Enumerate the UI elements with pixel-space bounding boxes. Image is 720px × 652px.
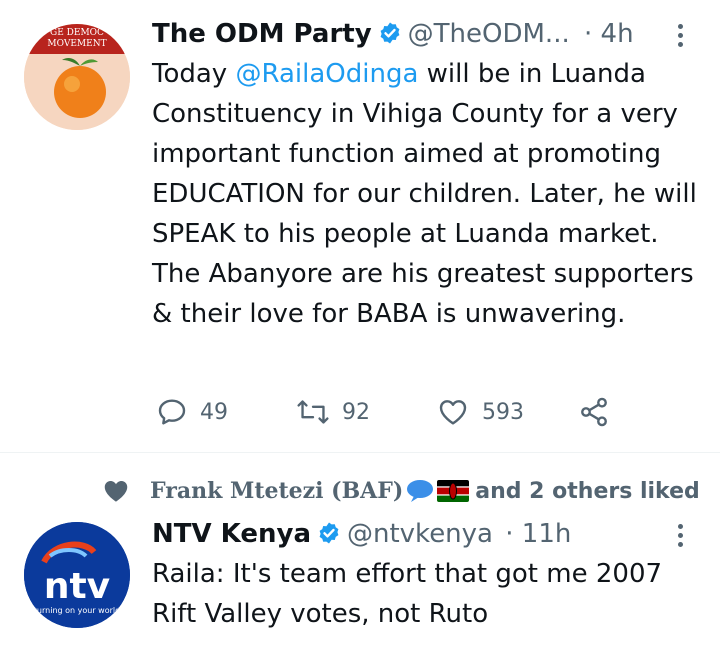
share-button[interactable] xyxy=(578,392,610,432)
tweet-text: Today @RailaOdinga will be in Luanda Con… xyxy=(152,54,702,334)
like-button[interactable]: 593 xyxy=(436,392,524,432)
reply-count: 49 xyxy=(200,399,228,425)
tweet2-header: NTV Kenya @ntvkenya · 11h xyxy=(152,518,571,553)
tweet-time[interactable]: · 4h xyxy=(584,19,634,49)
like-icon xyxy=(439,400,467,425)
author-name[interactable]: NTV Kenya xyxy=(152,519,311,549)
ntv-logo-text: ntv xyxy=(43,566,111,607)
ntv-avatar[interactable]: ntv turning on your world xyxy=(24,522,130,628)
retweet-button[interactable]: 92 xyxy=(296,392,370,432)
more-icon[interactable] xyxy=(670,520,690,550)
more-icon[interactable] xyxy=(670,20,690,50)
retweet-icon xyxy=(297,400,329,424)
verified-badge-icon xyxy=(378,21,402,53)
odm-avatar-text: GE DEMOC MOVEMENT xyxy=(47,28,107,49)
like-count: 593 xyxy=(482,399,524,425)
tweet-time[interactable]: · 11h xyxy=(505,519,571,549)
retweet-count: 92 xyxy=(342,399,370,425)
author-name[interactable]: The ODM Party xyxy=(152,19,372,49)
share-icon xyxy=(581,397,607,427)
verified-badge-icon xyxy=(317,521,341,553)
reply-icon xyxy=(158,399,186,425)
odm-avatar[interactable]: GE DEMOC MOVEMENT xyxy=(24,24,130,130)
tweet-text-rest: will be in Luanda Constituency in Vihiga… xyxy=(152,59,697,329)
tweet-header: The ODM Party @TheODM... · 4h xyxy=(152,18,634,53)
reply-button[interactable]: 49 xyxy=(156,392,228,432)
author-handle[interactable]: @TheODM... xyxy=(408,19,570,49)
tweet-odm[interactable]: GE DEMOC MOVEMENT The ODM Party @TheODM..… xyxy=(0,0,720,452)
mention-link[interactable]: @RailaOdinga xyxy=(235,59,418,89)
author-handle[interactable]: @ntvkenya xyxy=(347,519,493,549)
tweet2-text: Raila: It's team effort that got me 2007… xyxy=(152,559,663,629)
ntv-tagline: turning on your world xyxy=(33,606,121,615)
tweet-text-start: Today xyxy=(152,59,236,89)
